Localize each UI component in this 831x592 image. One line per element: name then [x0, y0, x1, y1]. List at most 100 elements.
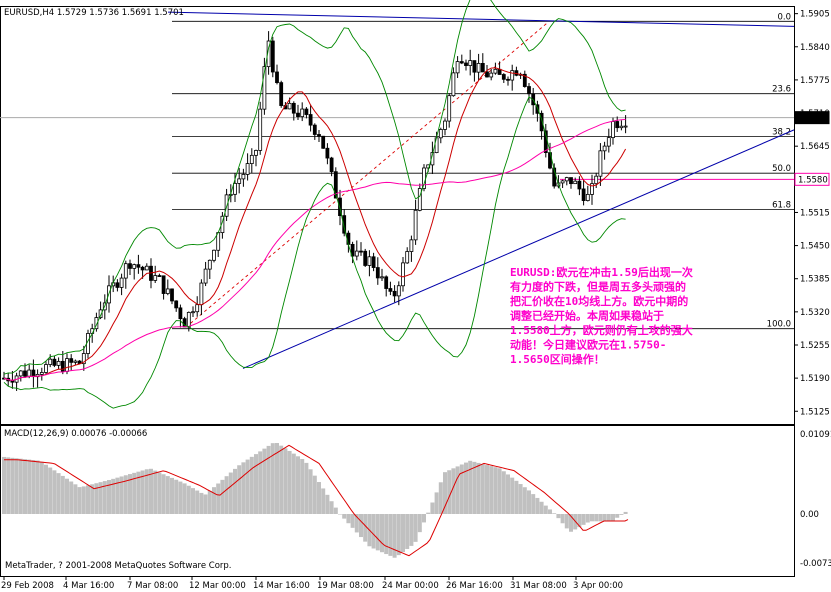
- candle-down: [128, 263, 132, 269]
- price-tick-label: 1.5320: [800, 308, 830, 318]
- candle-up: [401, 262, 405, 287]
- macd-histogram-bar: [501, 471, 506, 514]
- candle-up: [619, 125, 624, 129]
- candle-up: [245, 163, 250, 175]
- time-axis-label: 31 Mar 08:00: [510, 581, 567, 591]
- macd-histogram-bar: [220, 479, 225, 514]
- candle-down: [317, 134, 321, 137]
- macd-histogram-bar: [485, 465, 489, 514]
- candle-up: [438, 129, 443, 139]
- candle-up: [39, 372, 44, 375]
- macd-histogram-bar: [48, 467, 53, 514]
- macd-histogram-bar: [207, 490, 212, 514]
- macd-histogram-bar: [216, 483, 221, 514]
- candle-up: [165, 288, 170, 294]
- fib-level-label: 61.8: [772, 200, 791, 210]
- macd-histogram-bar: [489, 466, 494, 514]
- price-chart: 1.59051.58401.57751.57101.56451.55801.55…: [0, 0, 831, 591]
- candle-up: [132, 264, 137, 269]
- macd-histogram-bar: [279, 445, 284, 514]
- time-axis-label: 12 Mar 00:00: [189, 581, 246, 591]
- macd-histogram-bar: [497, 468, 502, 514]
- candle-down: [279, 82, 284, 106]
- macd-histogram-bar: [543, 505, 548, 514]
- candle-down: [388, 288, 393, 292]
- macd-histogram-bar: [312, 475, 317, 514]
- chart-title: EURUSD,H4 1.5729 1.5736 1.5691 1.5701: [4, 8, 184, 18]
- candle-up: [564, 177, 569, 182]
- candle-up: [602, 145, 607, 152]
- macd-histogram-bar: [170, 477, 174, 514]
- time-axis-label: 14 Mar 16:00: [253, 581, 310, 591]
- macd-histogram-bar: [52, 470, 57, 514]
- macd-histogram-bar: [266, 445, 271, 514]
- macd-histogram-bar: [560, 514, 565, 524]
- macd-histogram-bar: [333, 507, 338, 514]
- price-tick-label: 1.5840: [800, 43, 830, 53]
- candle-down: [384, 276, 389, 289]
- macd-histogram-bar: [527, 490, 531, 514]
- macd-histogram-bar: [14, 458, 19, 514]
- macd-histogram-bar: [73, 484, 78, 514]
- candle-up: [153, 275, 158, 281]
- macd-histogram-bar: [581, 514, 586, 525]
- macd-histogram-bar: [321, 488, 326, 514]
- candle-up: [623, 125, 628, 128]
- macd-histogram-bar: [606, 514, 611, 522]
- macd-histogram-bar: [262, 448, 267, 514]
- candle-down: [275, 71, 279, 84]
- macd-histogram-bar: [615, 514, 620, 518]
- annotation-line: 1.5580上方，欧元则仍有上攻的强大: [510, 323, 693, 337]
- macd-histogram-bar: [388, 514, 393, 556]
- macd-histogram-bar: [350, 514, 355, 528]
- candle-up: [44, 364, 48, 373]
- candle-up: [207, 259, 212, 270]
- candle-up: [594, 175, 599, 185]
- candle-up: [249, 154, 254, 164]
- macd-histogram-bar: [165, 476, 170, 514]
- macd-histogram-bar: [287, 450, 292, 514]
- candle-up: [144, 265, 149, 271]
- fib-level-label: 100.0: [767, 320, 791, 330]
- macd-histogram-bar: [535, 497, 540, 514]
- macd-histogram-bar: [392, 514, 397, 558]
- candle-down: [472, 60, 477, 73]
- macd-histogram-bar: [35, 460, 40, 514]
- candle-up: [195, 304, 200, 313]
- macd-histogram-bar: [443, 472, 447, 514]
- candle-down: [52, 358, 57, 366]
- candle-up: [380, 276, 384, 279]
- candle-down: [170, 288, 174, 302]
- macd-histogram-bar: [359, 514, 363, 538]
- candle-down: [157, 275, 162, 277]
- macd-histogram-bar: [405, 514, 410, 549]
- price-tick-label: 1.5775: [800, 76, 830, 86]
- macd-histogram-bar: [65, 478, 69, 514]
- price-tick-label: 1.5450: [800, 242, 830, 252]
- candle-down: [569, 177, 573, 185]
- macd-histogram-bar: [149, 468, 153, 514]
- macd-histogram-bar: [455, 466, 460, 514]
- macd-histogram-bar: [283, 448, 288, 514]
- macd-scale-label: 0.01091: [800, 430, 831, 440]
- macd-histogram-bar: [203, 494, 208, 514]
- candle-down: [140, 266, 145, 271]
- candle-down: [363, 250, 368, 266]
- candle-down: [501, 74, 506, 80]
- macd-histogram-bar: [380, 514, 384, 553]
- macd-histogram-bar: [548, 509, 552, 514]
- macd-histogram-bar: [384, 514, 389, 555]
- candle-up: [367, 256, 372, 266]
- candle-down: [321, 135, 326, 149]
- annotation-line: 调整已经开始。本周如果稳站于: [510, 309, 664, 323]
- macd-histogram-bar: [31, 460, 36, 514]
- macd-histogram-bar: [594, 514, 599, 522]
- macd-label: MACD(12,26,9) 0.00076 -0.00066: [4, 429, 147, 439]
- annotation-line: 动能！今日建议欧元在1.5750-: [510, 338, 666, 352]
- candle-up: [611, 121, 615, 139]
- macd-histogram-bar: [325, 494, 330, 514]
- macd-histogram-bar: [153, 470, 158, 514]
- macd-histogram-bar: [18, 458, 23, 514]
- candle-down: [23, 370, 27, 377]
- macd-histogram-bar: [514, 480, 519, 514]
